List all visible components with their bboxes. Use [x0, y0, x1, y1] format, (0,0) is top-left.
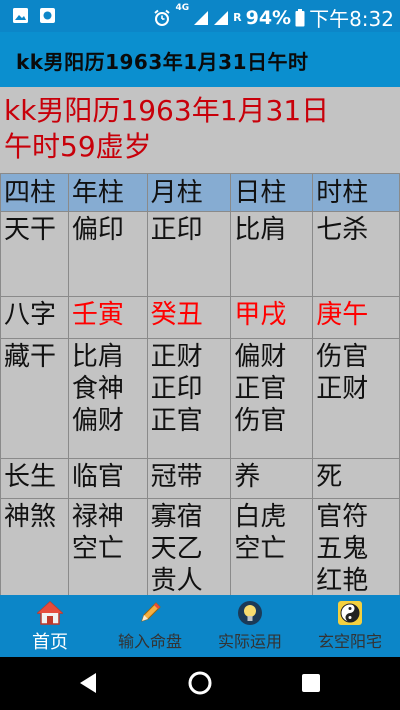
bazi-cell: 庚午 [312, 296, 400, 339]
headline-line-2: 午时59虚岁 [4, 130, 152, 163]
four-pillars-table: 四柱 年柱 月柱 日柱 时柱 天干 偏印 正印 比肩 七杀 八字 壬寅 癸丑 甲… [0, 173, 400, 595]
cell-line: 比肩 [71, 342, 124, 372]
bazi-cell: 癸丑 [146, 296, 232, 339]
record-notification-icon [40, 8, 55, 23]
table-cell: 临官 [67, 458, 148, 499]
table-cell: 死 [312, 458, 400, 499]
table-cell: 官符 五鬼 红艳 [312, 498, 400, 595]
table-row: 长生 临官 冠带 养 死 [0, 458, 400, 499]
signal-icon [194, 10, 209, 25]
bottom-navigation: 首页 输入命盘 实际运用 玄空阳宅 [0, 595, 400, 657]
app-title: kk男阳历1963年1月31日午时 [16, 50, 309, 74]
cell-line: 正印 [150, 374, 203, 404]
table-cell: 寡宿 天乙 贵人 [146, 498, 232, 595]
cell-line: 偏财 [71, 406, 124, 436]
nav-label: 首页 [32, 632, 68, 653]
table-cell: 七杀 [312, 211, 400, 297]
table-cell: 偏印 [67, 211, 148, 297]
table-cell: 比肩 食神 偏财 [67, 338, 148, 459]
signal-icon-2 [214, 10, 229, 25]
lightbulb-icon [238, 601, 262, 625]
row-label: 藏干 [0, 338, 69, 459]
table-cell: 比肩 [230, 211, 314, 297]
image-notification-icon [13, 8, 28, 23]
cell-line: 官符 [316, 502, 369, 532]
headline-line-1: kk男阳历1963年1月31日 [4, 94, 330, 127]
nav-label: 输入命盘 [117, 632, 182, 651]
system-navigation-bar [0, 657, 400, 710]
cell-line: 正官 [150, 406, 203, 436]
pencil-icon [141, 602, 161, 622]
table-header-row: 四柱 年柱 月柱 日柱 时柱 [0, 173, 400, 212]
cell-line: 空亡 [234, 534, 287, 564]
header-cell: 日柱 [230, 173, 314, 212]
table-cell: 偏财 正官 伤官 [230, 338, 314, 459]
cell-line: 天乙 [150, 534, 203, 564]
cell-line: 伤官 [316, 342, 369, 372]
table-cell: 养 [230, 458, 314, 499]
nav-practical-use[interactable]: 实际运用 [200, 595, 300, 657]
cell-line: 白虎 [234, 502, 287, 532]
row-label: 八字 [0, 296, 69, 339]
table-cell: 伤官 正财 [312, 338, 400, 459]
bazi-cell: 甲戌 [230, 296, 314, 339]
nav-feng-shui[interactable]: 玄空阳宅 [300, 595, 400, 657]
bazi-cell: 壬寅 [67, 296, 148, 339]
battery-icon [295, 8, 305, 26]
header-cell: 四柱 [0, 173, 69, 212]
roaming-indicator: R [233, 11, 242, 24]
table-row: 天干 偏印 正印 比肩 七杀 [0, 211, 400, 297]
cell-line: 正官 [234, 374, 287, 404]
table-cell: 正财 正印 正官 [146, 338, 232, 459]
status-bar: 4G R 94% 下午8:32 [0, 0, 400, 32]
table-cell: 白虎 空亡 [230, 498, 314, 595]
back-icon[interactable] [76, 670, 102, 696]
table-row: 八字 壬寅 癸丑 甲戌 庚午 [0, 296, 400, 339]
table-cell: 禄神 空亡 [67, 498, 148, 595]
row-label: 长生 [0, 458, 69, 499]
home-icon [37, 600, 63, 625]
nav-home[interactable]: 首页 [0, 595, 100, 657]
recents-icon[interactable] [300, 672, 322, 694]
cell-line: 食神 [71, 374, 124, 404]
table-cell: 冠带 [146, 458, 232, 499]
header-cell: 时柱 [312, 173, 400, 212]
app-bar: kk男阳历1963年1月31日午时 [0, 32, 400, 87]
cell-line: 寡宿 [150, 502, 203, 532]
table-row: 神煞 禄神 空亡 寡宿 天乙 贵人 白虎 空亡 官符 五鬼 红艳 [0, 498, 400, 595]
row-label: 神煞 [0, 498, 69, 595]
cell-line: 空亡 [71, 534, 124, 564]
alarm-icon [154, 9, 171, 26]
cell-line: 正财 [150, 342, 203, 372]
yin-yang-icon [338, 601, 362, 625]
clock: 下午8:32 [309, 7, 394, 31]
cell-line: 正财 [316, 374, 369, 404]
cell-line: 禄神 [71, 502, 124, 532]
row-label: 天干 [0, 211, 69, 297]
cell-line: 五鬼 [316, 534, 369, 564]
nav-label: 实际运用 [217, 632, 282, 651]
battery-percent: 94% [245, 6, 292, 29]
header-cell: 年柱 [67, 173, 148, 212]
nav-input-chart[interactable]: 输入命盘 [100, 595, 200, 657]
network-type-label: 4G [175, 3, 190, 13]
nav-label: 玄空阳宅 [317, 632, 382, 651]
home-button-icon[interactable] [187, 670, 213, 696]
chart-headline: kk男阳历1963年1月31日 午时59虚岁 [4, 93, 394, 165]
header-cell: 月柱 [146, 173, 232, 212]
table-cell: 正印 [146, 211, 232, 297]
table-row: 藏干 比肩 食神 偏财 正财 正印 正官 偏财 正官 伤官 伤官 正财 [0, 338, 400, 459]
cell-line: 贵人 [150, 566, 203, 595]
cell-line: 偏财 [234, 342, 287, 372]
cell-line: 伤官 [234, 406, 287, 436]
cell-line: 红艳 [316, 566, 369, 595]
bazi-chart-content[interactable]: kk男阳历1963年1月31日 午时59虚岁 四柱 年柱 月柱 日柱 时柱 天干… [0, 87, 400, 595]
